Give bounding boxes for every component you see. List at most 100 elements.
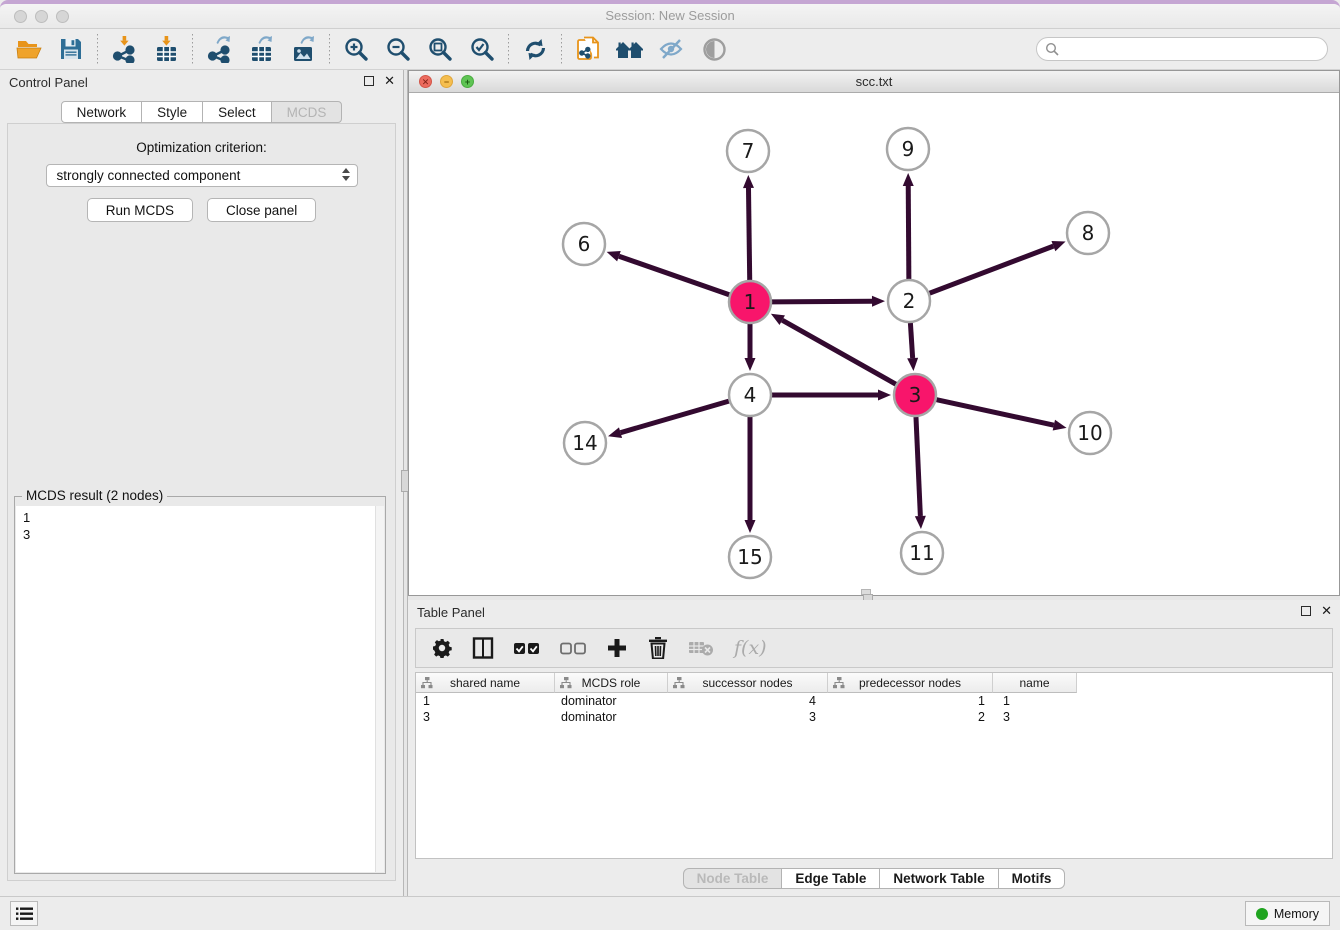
home-icon[interactable] (609, 31, 651, 67)
graph-node-10[interactable]: 10 (1069, 412, 1111, 454)
table-panel-title: Table Panel (417, 605, 485, 620)
graph-edge-4-14[interactable] (608, 401, 729, 438)
select-all-icon[interactable] (514, 641, 540, 655)
column-header-successor-nodes[interactable]: successor nodes (668, 673, 828, 693)
cell-successor-nodes[interactable]: 4 (668, 694, 828, 708)
column-view-icon[interactable] (472, 637, 494, 659)
graph-edge-1-4[interactable] (745, 324, 756, 371)
tab-edge-table[interactable]: Edge Table (781, 868, 880, 889)
run-mcds-button[interactable]: Run MCDS (87, 198, 193, 222)
graph-edge-4-3[interactable] (772, 390, 891, 401)
graph-edge-2-3[interactable] (907, 323, 918, 371)
graph-edge-2-8[interactable] (930, 241, 1066, 293)
open-session-icon[interactable] (8, 31, 50, 67)
column-header-mcds-role[interactable]: MCDS role (555, 673, 668, 693)
graph-node-4[interactable]: 4 (729, 374, 771, 416)
gear-icon[interactable] (432, 638, 452, 658)
criterion-select[interactable]: strongly connected component (46, 164, 358, 187)
cell-predecessor-nodes[interactable]: 1 (828, 694, 993, 708)
graph-edge-4-15[interactable] (745, 417, 756, 533)
import-table-icon[interactable] (145, 31, 187, 67)
table-row[interactable]: 1 dominator 4 1 1 (416, 693, 1332, 709)
delete-column-icon[interactable] (648, 637, 668, 659)
task-history-button[interactable] (10, 901, 38, 926)
search-input[interactable] (1059, 42, 1327, 57)
table-row[interactable]: 3 dominator 3 2 3 (416, 709, 1332, 725)
graph-node-3[interactable]: 3 (894, 374, 936, 416)
close-panel-icon[interactable]: ✕ (1321, 605, 1332, 617)
save-session-icon[interactable] (50, 31, 92, 67)
control-panel-tabs: Network Style Select MCDS (0, 101, 403, 123)
close-panel-icon[interactable]: ✕ (384, 75, 395, 87)
select-stepper-icon (342, 168, 350, 181)
graph-node-15[interactable]: 15 (729, 536, 771, 578)
new-network-from-selection-icon[interactable] (567, 31, 609, 67)
search-box[interactable] (1036, 37, 1328, 61)
import-network-icon[interactable] (103, 31, 145, 67)
graph-node-11[interactable]: 11 (901, 532, 943, 574)
graph-edge-3-11[interactable] (915, 417, 926, 529)
tree-icon (421, 677, 433, 689)
graph-node-7[interactable]: 7 (727, 130, 769, 172)
graph-node-14[interactable]: 14 (564, 422, 606, 464)
tab-style[interactable]: Style (141, 101, 203, 123)
network-window-titlebar[interactable]: ✕ − + scc.txt (409, 71, 1339, 93)
tab-node-table[interactable]: Node Table (683, 868, 783, 889)
tab-network[interactable]: Network (61, 101, 143, 123)
deselect-all-icon[interactable] (560, 641, 586, 655)
float-panel-icon[interactable] (1301, 606, 1311, 616)
cell-name[interactable]: 3 (993, 710, 1077, 724)
graph-edge-1-2[interactable] (772, 296, 885, 307)
close-panel-button[interactable]: Close panel (207, 198, 316, 222)
tab-select[interactable]: Select (202, 101, 272, 123)
delete-table-icon[interactable] (688, 639, 714, 657)
graph-node-1[interactable]: 1 (729, 281, 771, 323)
column-header-predecessor-nodes[interactable]: predecessor nodes (828, 673, 993, 693)
graph-node-6[interactable]: 6 (563, 223, 605, 265)
graph-node-9[interactable]: 9 (887, 128, 929, 170)
hide-panels-icon[interactable] (651, 31, 693, 67)
graph-edge-3-10[interactable] (936, 400, 1066, 431)
graph-node-2[interactable]: 2 (888, 280, 930, 322)
graph-edge-1-6[interactable] (607, 251, 730, 295)
title-bar: Session: New Session (0, 4, 1340, 29)
cell-mcds-role[interactable]: dominator (555, 694, 668, 708)
refresh-icon[interactable] (514, 31, 556, 67)
cell-name[interactable]: 1 (993, 694, 1077, 708)
cell-shared-name[interactable]: 1 (416, 694, 555, 708)
svg-text:9: 9 (902, 137, 915, 161)
export-table-icon[interactable] (240, 31, 282, 67)
zoom-in-icon[interactable] (335, 31, 377, 67)
criterion-value: strongly connected component (57, 168, 241, 183)
add-column-icon[interactable] (606, 637, 628, 659)
zoom-out-icon[interactable] (377, 31, 419, 67)
cell-mcds-role[interactable]: dominator (555, 710, 668, 724)
network-window-title: scc.txt (409, 74, 1339, 89)
export-image-icon[interactable] (282, 31, 324, 67)
result-scrollbar[interactable] (375, 506, 384, 872)
cell-successor-nodes[interactable]: 3 (668, 710, 828, 724)
network-canvas[interactable]: 1 2 3 4 6 7 8 9 10 11 14 15 (409, 93, 1339, 595)
function-builder-icon[interactable]: f(x) (734, 637, 767, 659)
svg-text:8: 8 (1082, 221, 1095, 245)
mcds-result-text[interactable]: 1 3 (16, 506, 384, 872)
column-header-name[interactable]: name (993, 673, 1077, 693)
graph-edge-1-7[interactable] (743, 175, 754, 280)
cell-shared-name[interactable]: 3 (416, 710, 555, 724)
graph-edge-2-9[interactable] (903, 173, 914, 279)
memory-button[interactable]: Memory (1245, 901, 1330, 926)
control-panel-header: Control Panel ✕ (0, 70, 403, 96)
tab-network-table[interactable]: Network Table (879, 868, 998, 889)
tab-mcds[interactable]: MCDS (271, 101, 343, 123)
cell-predecessor-nodes[interactable]: 2 (828, 710, 993, 724)
zoom-selected-icon[interactable] (461, 31, 503, 67)
tab-motifs[interactable]: Motifs (998, 868, 1066, 889)
graph-node-8[interactable]: 8 (1067, 212, 1109, 254)
show-panels-icon[interactable] (693, 31, 735, 67)
graph-edge-3-1[interactable] (771, 314, 896, 384)
column-header-shared-name[interactable]: shared name (416, 673, 555, 693)
search-icon (1045, 42, 1059, 56)
export-network-icon[interactable] (198, 31, 240, 67)
zoom-fit-icon[interactable] (419, 31, 461, 67)
float-panel-icon[interactable] (364, 76, 374, 86)
